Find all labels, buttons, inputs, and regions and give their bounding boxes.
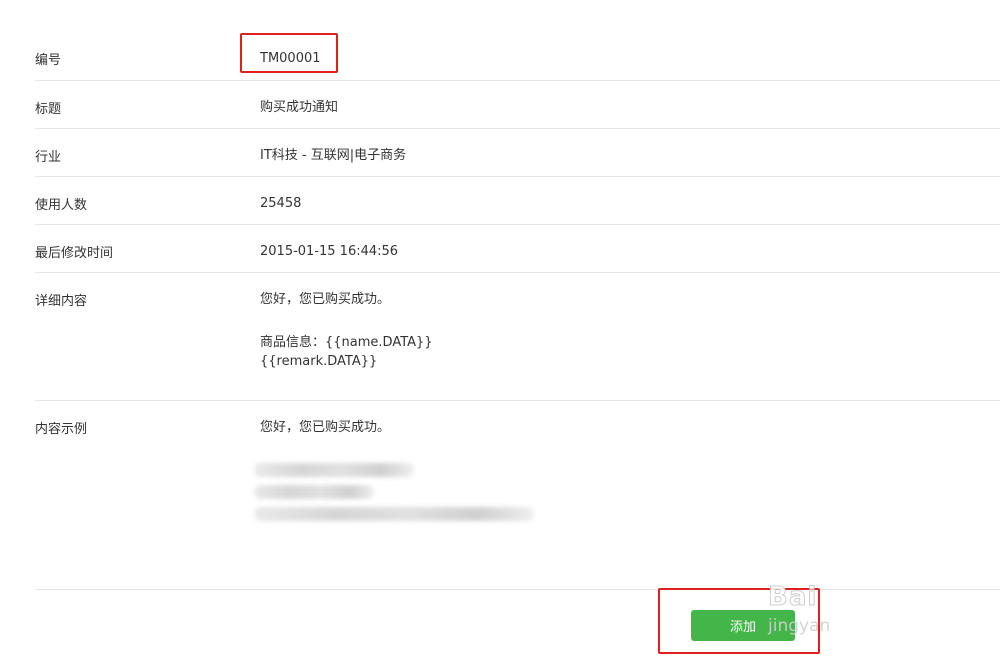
example-content: 您好，您已购买成功。 bbox=[254, 401, 534, 589]
title-value: 购买成功通知 bbox=[260, 100, 339, 115]
id-label: 编号 bbox=[35, 53, 62, 68]
modified-label: 最后修改时间 bbox=[35, 246, 114, 261]
row-title: 标题 购买成功通知 bbox=[35, 81, 1000, 129]
users-label: 使用人数 bbox=[35, 198, 88, 213]
detail-label: 详细内容 bbox=[35, 294, 88, 309]
row-example: 内容示例 您好，您已购买成功。 bbox=[35, 401, 1000, 590]
template-detail-table: 编号 TM00001 标题 购买成功通知 行业 IT科技 - 互联网|电子商务 … bbox=[35, 32, 1000, 590]
row-modified: 最后修改时间 2015-01-15 16:44:56 bbox=[35, 225, 1000, 273]
modified-value: 2015-01-15 16:44:56 bbox=[260, 244, 399, 259]
blurred-example-text bbox=[254, 461, 534, 531]
row-detail: 详细内容 您好，您已购买成功。 商品信息：{{name.DATA}} {{rem… bbox=[35, 273, 1000, 401]
example-line-greeting: 您好，您已购买成功。 bbox=[260, 420, 391, 435]
detail-line-greeting: 您好，您已购买成功。 bbox=[260, 292, 391, 307]
detail-line-remark: {{remark.DATA}} bbox=[260, 354, 378, 369]
detail-content: 您好，您已购买成功。 商品信息：{{name.DATA}} {{remark.D… bbox=[260, 273, 433, 400]
row-industry: 行业 IT科技 - 互联网|电子商务 bbox=[35, 129, 1000, 177]
highlight-box-add-button bbox=[658, 588, 820, 654]
row-users: 使用人数 25458 bbox=[35, 177, 1000, 225]
highlight-box-id bbox=[240, 33, 338, 73]
example-label: 内容示例 bbox=[35, 422, 88, 437]
industry-label: 行业 bbox=[35, 150, 62, 165]
row-id: 编号 TM00001 bbox=[35, 32, 1000, 81]
title-label: 标题 bbox=[35, 102, 62, 117]
industry-value: IT科技 - 互联网|电子商务 bbox=[260, 148, 407, 163]
detail-line-product: 商品信息：{{name.DATA}} bbox=[260, 335, 433, 350]
users-value: 25458 bbox=[260, 196, 302, 211]
